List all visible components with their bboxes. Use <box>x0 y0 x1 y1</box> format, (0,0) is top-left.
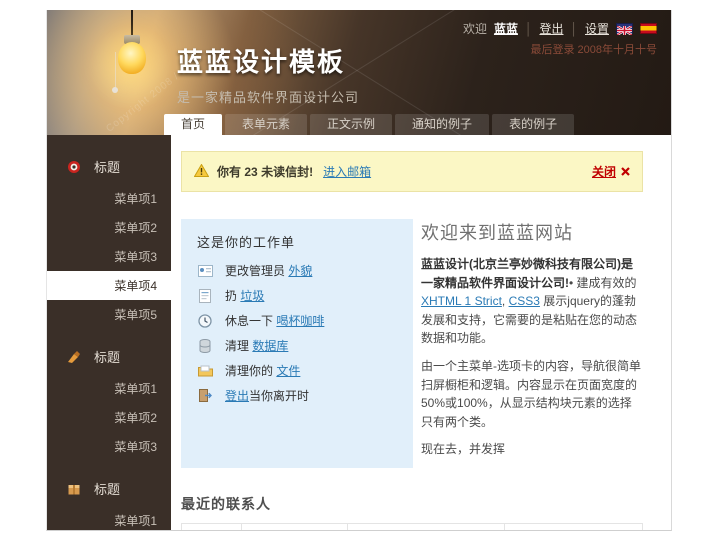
goto-mailbox-link[interactable]: 进入邮箱 <box>323 163 371 180</box>
sidebar-item-1[interactable]: 菜单项1 <box>47 184 171 213</box>
welcome-heading: 欢迎来到蓝蓝网站 <box>421 219 643 245</box>
tab-notice-example[interactable]: 通知的例子 <box>395 114 489 135</box>
task-text: 登出当你离开时 <box>225 387 309 404</box>
tab-bar: 首页 表单元素 正文示例 通知的例子 表的例子 <box>164 114 574 135</box>
warning-icon <box>194 164 209 180</box>
task-text: 更改管理员 外貌 <box>225 262 312 279</box>
lightbulb-icon <box>118 42 146 74</box>
worklist-title: 这是你的工作单 <box>197 232 397 251</box>
logout-link[interactable]: 登出 <box>539 20 563 37</box>
table-row: 蓝蓝 地址街55号 email@soandso.com <box>182 523 643 531</box>
task-text: 扔 垃圾 <box>225 287 264 304</box>
sidebar: 标题 菜单项1 菜单项2 菜单项3 菜单项4 菜单项5 标题 菜单项1 菜单项2… <box>47 135 171 531</box>
task-item: 登出当你离开时 <box>197 387 397 404</box>
sidebar-section-title: 标题 <box>94 157 120 176</box>
last-login: 最后登录 2008年十月十号 <box>530 41 657 57</box>
username-link[interactable]: 蓝蓝 <box>494 20 518 37</box>
contacts-section: 最近的联系人 蓝蓝 地址街55号 email@soandso.com <box>181 494 643 531</box>
task-item: 清理 数据库 <box>197 337 397 354</box>
worklist-box: 这是你的工作单 更改管理员 外貌 扔 垃圾 <box>181 219 413 468</box>
site-title: 蓝蓝设计模板 <box>177 42 359 79</box>
sidebar-section-3: 标题 菜单项1 菜单项2 菜单项3 <box>47 471 171 531</box>
sidebar-item-4-active[interactable]: 菜单项4 <box>47 271 171 300</box>
lamp-pullchain <box>115 52 116 88</box>
uk-flag-icon[interactable] <box>616 23 633 34</box>
sidebar-section-3-header: 标题 <box>47 471 171 506</box>
contact-address: 地址街55号 <box>241 523 347 531</box>
page-container: Copyright 2008 / 2009 欢迎 蓝蓝 │ 登出 │ 设置 最后… <box>46 10 672 531</box>
sidebar-section-title: 标题 <box>94 347 120 366</box>
spain-flag-icon[interactable] <box>640 23 657 34</box>
task-item: 扔 垃圾 <box>197 287 397 304</box>
sidebar-item-2[interactable]: 菜单项2 <box>47 213 171 242</box>
sidebar-item-1[interactable]: 菜单项1 <box>47 374 171 403</box>
notice-suffix: 未读信封! <box>261 165 313 179</box>
xhtml-link[interactable]: XHTML 1 Strict <box>421 294 502 308</box>
clock-icon <box>197 314 213 328</box>
task-link-database[interactable]: 数据库 <box>252 339 288 353</box>
brush-icon <box>67 350 81 364</box>
sidebar-item-3[interactable]: 菜单项3 <box>47 432 171 461</box>
lamp-cord <box>131 10 133 36</box>
task-text: 休息一下 喝杯咖啡 <box>225 312 324 329</box>
sidebar-item-5[interactable]: 菜单项5 <box>47 300 171 329</box>
task-text: 清理 数据库 <box>225 337 288 354</box>
lamp-pullknob <box>112 87 118 93</box>
task-item: 休息一下 喝杯咖啡 <box>197 312 397 329</box>
logout-icon <box>197 389 213 402</box>
css3-link[interactable]: CSS3 <box>509 294 540 308</box>
welcome-paragraph-2: 由一个主菜单-选项卡的内容，导航很简单扫屏橱柜和逻辑。内容显示在页面宽度的50%… <box>421 357 643 431</box>
admin-card-icon <box>197 265 213 277</box>
task-link-trash[interactable]: 垃圾 <box>240 289 264 303</box>
separator: │ <box>525 22 533 36</box>
contact-email-link[interactable]: email@soandso.com <box>361 530 473 531</box>
settings-link[interactable]: 设置 <box>585 20 609 37</box>
main-content: 你有 23 未读信封! 进入邮箱 关闭 这是你的工作单 <box>171 135 671 531</box>
welcome-paragraph-1: 蓝蓝设计(北京兰亭妙微科技有限公司)是一家精品软件界面设计公司!• 建成有效的 … <box>421 255 643 348</box>
sidebar-section-1: 标题 菜单项1 菜单项2 菜单项3 菜单项4 菜单项5 <box>47 149 171 329</box>
close-notice-link[interactable]: 关闭 <box>592 163 616 180</box>
contacts-heading: 最近的联系人 <box>181 494 643 514</box>
welcome-label: 欢迎 <box>463 20 487 37</box>
task-link-logout[interactable]: 登出 <box>225 389 249 403</box>
unread-count: 23 <box>244 165 257 179</box>
sidebar-section-title: 标题 <box>94 479 120 498</box>
contacts-table: 蓝蓝 地址街55号 email@soandso.com 蓝蓝 地址街55号 <box>181 523 643 531</box>
unread-mail-notice: 你有 23 未读信封! 进入邮箱 关闭 <box>181 151 643 192</box>
site-title-block: 蓝蓝设计模板 是一家精品软件界面设计公司 <box>177 42 359 106</box>
tab-table-example[interactable]: 表的例子 <box>492 114 574 135</box>
welcome-paragraph-3: 现在去，并发挥 <box>421 440 643 459</box>
lifebuoy-icon <box>67 160 81 174</box>
database-icon <box>197 339 213 353</box>
folder-icon <box>197 365 213 377</box>
task-text: 清理你的 文件 <box>225 362 300 379</box>
task-link-files[interactable]: 文件 <box>276 364 300 378</box>
package-icon <box>67 482 81 496</box>
sidebar-item-2[interactable]: 菜单项2 <box>47 403 171 432</box>
sidebar-section-2-header: 标题 <box>47 339 171 374</box>
task-link-appearance[interactable]: 外貌 <box>288 264 312 278</box>
user-bar: 欢迎 蓝蓝 │ 登出 │ 设置 <box>463 20 657 37</box>
tab-form-elements[interactable]: 表单元素 <box>225 114 307 135</box>
welcome-section: 欢迎来到蓝蓝网站 蓝蓝设计(北京兰亭妙微科技有限公司)是一家精品软件界面设计公司… <box>421 219 643 468</box>
note-icon <box>197 289 213 303</box>
task-item: 更改管理员 外貌 <box>197 262 397 279</box>
site-subtitle: 是一家精品软件界面设计公司 <box>177 87 359 106</box>
task-item: 清理你的 文件 <box>197 362 397 379</box>
header: Copyright 2008 / 2009 欢迎 蓝蓝 │ 登出 │ 设置 最后… <box>47 10 671 135</box>
tab-home[interactable]: 首页 <box>164 114 222 135</box>
sidebar-item-1[interactable]: 菜单项1 <box>47 506 171 531</box>
tab-text-example[interactable]: 正文示例 <box>310 114 392 135</box>
sidebar-section-2: 标题 菜单项1 菜单项2 菜单项3 <box>47 339 171 461</box>
notice-prefix: 你有 <box>217 165 241 179</box>
close-x-icon[interactable] <box>621 165 630 179</box>
sidebar-section-1-header: 标题 <box>47 149 171 184</box>
separator: │ <box>570 22 578 36</box>
task-link-coffee[interactable]: 喝杯咖啡 <box>276 314 324 328</box>
sidebar-item-3[interactable]: 菜单项3 <box>47 242 171 271</box>
